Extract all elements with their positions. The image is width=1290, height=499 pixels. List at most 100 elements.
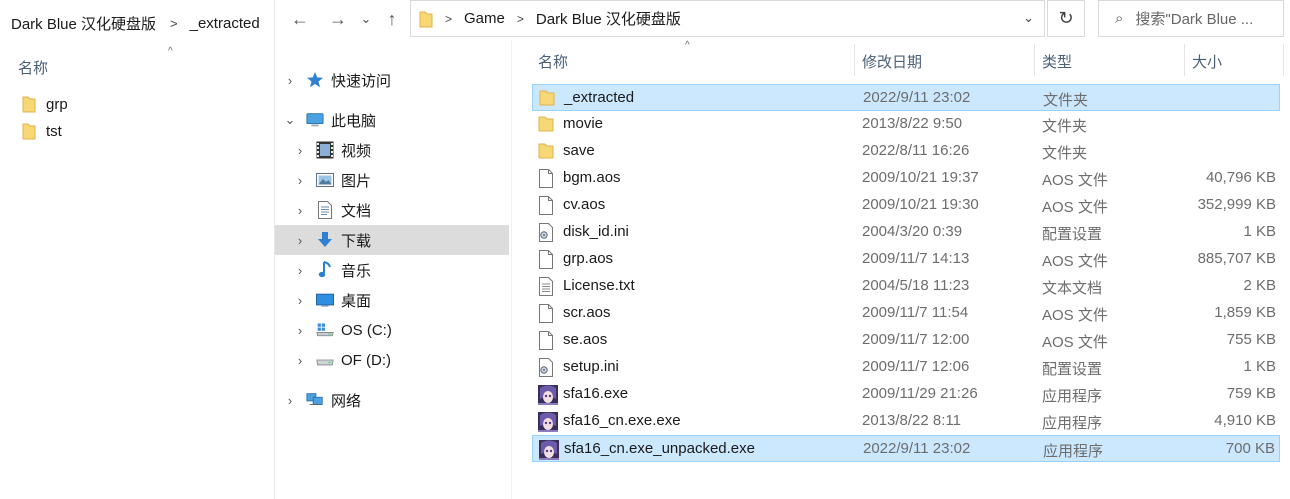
column-headers: ^ 名称 修改日期 类型 大小 [512, 40, 1284, 80]
file-type: 文件夹 [1042, 145, 1088, 162]
windows-drive-icon [316, 321, 334, 339]
recent-locations-button[interactable]: ⌄ [357, 6, 375, 32]
chevron-right-icon[interactable]: › [294, 323, 306, 338]
file-row[interactable]: License.txt 2004/5/18 11:23 文本文档 2 KB [532, 273, 1280, 300]
chevron-right-icon[interactable]: › [284, 73, 296, 88]
column-divider[interactable] [1034, 44, 1035, 76]
file-type: AOS 文件 [1042, 172, 1108, 189]
nav-item[interactable]: › 下载 [275, 225, 509, 255]
file-row[interactable]: cv.aos 2009/10/21 19:30 AOS 文件 352,999 KB [532, 192, 1280, 219]
file-row[interactable]: sfa16.exe 2009/11/29 21:26 应用程序 759 KB [532, 381, 1280, 408]
file-name: bgm.aos [563, 169, 621, 186]
chevron-right-icon[interactable]: › [294, 233, 306, 248]
breadcrumb-item[interactable]: _extracted [190, 15, 260, 32]
file-size: 1 KB [1243, 223, 1276, 240]
column-header-name[interactable]: 名称 [18, 57, 48, 78]
sort-ascending-icon: ^ [685, 40, 690, 51]
file-modified-date: 2013/8/22 9:50 [862, 115, 963, 132]
computer-icon [306, 111, 324, 129]
app-icon [539, 440, 559, 460]
file-row[interactable]: _extracted 2022/9/11 23:02 文件夹 [532, 84, 1280, 111]
chevron-right-icon[interactable]: › [294, 143, 306, 158]
file-type: AOS 文件 [1042, 253, 1108, 270]
file-type: 文件夹 [1043, 92, 1089, 109]
documents-icon [316, 201, 334, 219]
breadcrumb-item[interactable]: Dark Blue 汉化硬盘版 [536, 8, 681, 29]
nav-item-label: 视频 [341, 142, 372, 160]
folder-icon [538, 142, 556, 161]
column-header-size[interactable]: 大小 [1192, 51, 1222, 72]
chevron-right-icon: > [516, 11, 524, 26]
file-row[interactable]: sfa16_cn.exe_unpacked.exe 2022/9/11 23:02… [532, 435, 1280, 462]
nav-item[interactable]: › 图片 [275, 165, 509, 195]
column-divider[interactable] [1283, 44, 1284, 76]
download-icon [316, 231, 334, 249]
file-modified-date: 2009/10/21 19:30 [862, 196, 979, 213]
search-input[interactable]: ⌕ 搜索"Dark Blue ... [1098, 0, 1284, 37]
nav-item[interactable]: › 音乐 [275, 255, 509, 285]
chevron-right-icon[interactable]: › [294, 173, 306, 188]
nav-item[interactable]: › 文档 [275, 195, 509, 225]
file-row[interactable]: sfa16_cn.exe.exe 2013/8/22 8:11 应用程序 4,910 … [532, 408, 1280, 435]
file-modified-date: 2009/11/7 14:13 [862, 250, 970, 267]
address-bar[interactable]: > Game > Dark Blue 汉化硬盘版 ⌄ [410, 0, 1045, 37]
column-header-type[interactable]: 类型 [1042, 51, 1072, 72]
nav-item[interactable]: › OF (D:) [275, 345, 509, 375]
column-divider[interactable] [1184, 44, 1185, 76]
file-size: 352,999 KB [1197, 196, 1276, 213]
nav-item[interactable]: › OS (C:) [275, 315, 509, 345]
arrow-right-icon: → [329, 8, 347, 29]
chevron-right-icon: > [170, 15, 178, 31]
column-header-name[interactable]: 名称 [538, 51, 568, 72]
nav-item[interactable]: ⌄ 此电脑 [275, 105, 509, 135]
file-type: AOS 文件 [1042, 307, 1108, 324]
column-header-date[interactable]: 修改日期 [862, 51, 922, 72]
nav-item-label: 网络 [331, 392, 362, 410]
file-row[interactable]: disk_id.ini 2004/3/20 0:39 配置设置 1 KB [532, 219, 1280, 246]
forward-button[interactable]: → [325, 6, 351, 32]
file-size: 4,910 KB [1214, 412, 1276, 429]
file-modified-date: 2013/8/22 8:11 [862, 412, 961, 429]
nav-item-label: OS (C:) [341, 321, 392, 339]
navigation-pane: › 快速访问 ⌄ 此电脑 › 视频 › 图片 › 文档 › 下载 › 音乐 › 桌面 › OS (C:) › OF (… [275, 50, 509, 499]
file-row[interactable]: movie 2013/8/22 9:50 文件夹 [532, 111, 1280, 138]
nav-item[interactable]: › 快速访问 [275, 65, 509, 95]
nav-item-label: OF (D:) [341, 351, 391, 369]
file-name: cv.aos [563, 196, 606, 213]
chevron-right-icon[interactable]: › [294, 263, 306, 278]
breadcrumb-item[interactable]: Game [464, 10, 505, 27]
nav-item[interactable]: › 视频 [275, 135, 509, 165]
file-row[interactable]: bgm.aos 2009/10/21 19:37 AOS 文件 40,796 KB [532, 165, 1280, 192]
column-divider[interactable] [854, 44, 855, 76]
file-row[interactable]: grp.aos 2009/11/7 14:13 AOS 文件 885,707 KB [532, 246, 1280, 273]
file-name: sfa16_cn.exe.exe [563, 412, 681, 429]
list-item-label: tst [46, 122, 62, 140]
file-row[interactable]: scr.aos 2009/11/7 11:54 AOS 文件 1,859 KB [532, 300, 1280, 327]
file-row[interactable]: se.aos 2009/11/7 12:00 AOS 文件 755 KB [532, 327, 1280, 354]
nav-item[interactable]: › 桌面 [275, 285, 509, 315]
nav-item-label: 快速访问 [331, 72, 392, 90]
list-item[interactable]: tst [22, 120, 62, 142]
folder-icon [22, 96, 36, 113]
sort-ascending-icon: ^ [168, 46, 173, 57]
chevron-down-icon[interactable]: ⌄ [1023, 10, 1034, 26]
refresh-button[interactable]: ↻ [1047, 0, 1085, 37]
list-item[interactable]: grp [22, 93, 68, 115]
chevron-right-icon[interactable]: › [294, 203, 306, 218]
file-row[interactable]: save 2022/8/11 16:26 文件夹 [532, 138, 1280, 165]
chevron-right-icon[interactable]: › [284, 393, 296, 408]
chevron-right-icon[interactable]: › [294, 293, 306, 308]
file-modified-date: 2009/11/7 12:00 [862, 331, 970, 348]
file-row[interactable]: setup.ini 2009/11/7 12:06 配置设置 1 KB [532, 354, 1280, 381]
breadcrumb-item[interactable]: Dark Blue 汉化硬盘版 [0, 13, 156, 34]
video-icon [316, 141, 334, 159]
up-button[interactable]: ↑ [379, 6, 405, 32]
chevron-down-icon[interactable]: ⌄ [284, 112, 296, 128]
text-file-icon [538, 277, 556, 296]
file-type: 文本文档 [1042, 280, 1103, 297]
file-name: movie [563, 115, 604, 132]
nav-item[interactable]: › 网络 [275, 385, 509, 415]
chevron-right-icon[interactable]: › [294, 353, 306, 368]
back-button[interactable]: ← [287, 6, 313, 32]
file-size: 759 KB [1226, 385, 1276, 402]
